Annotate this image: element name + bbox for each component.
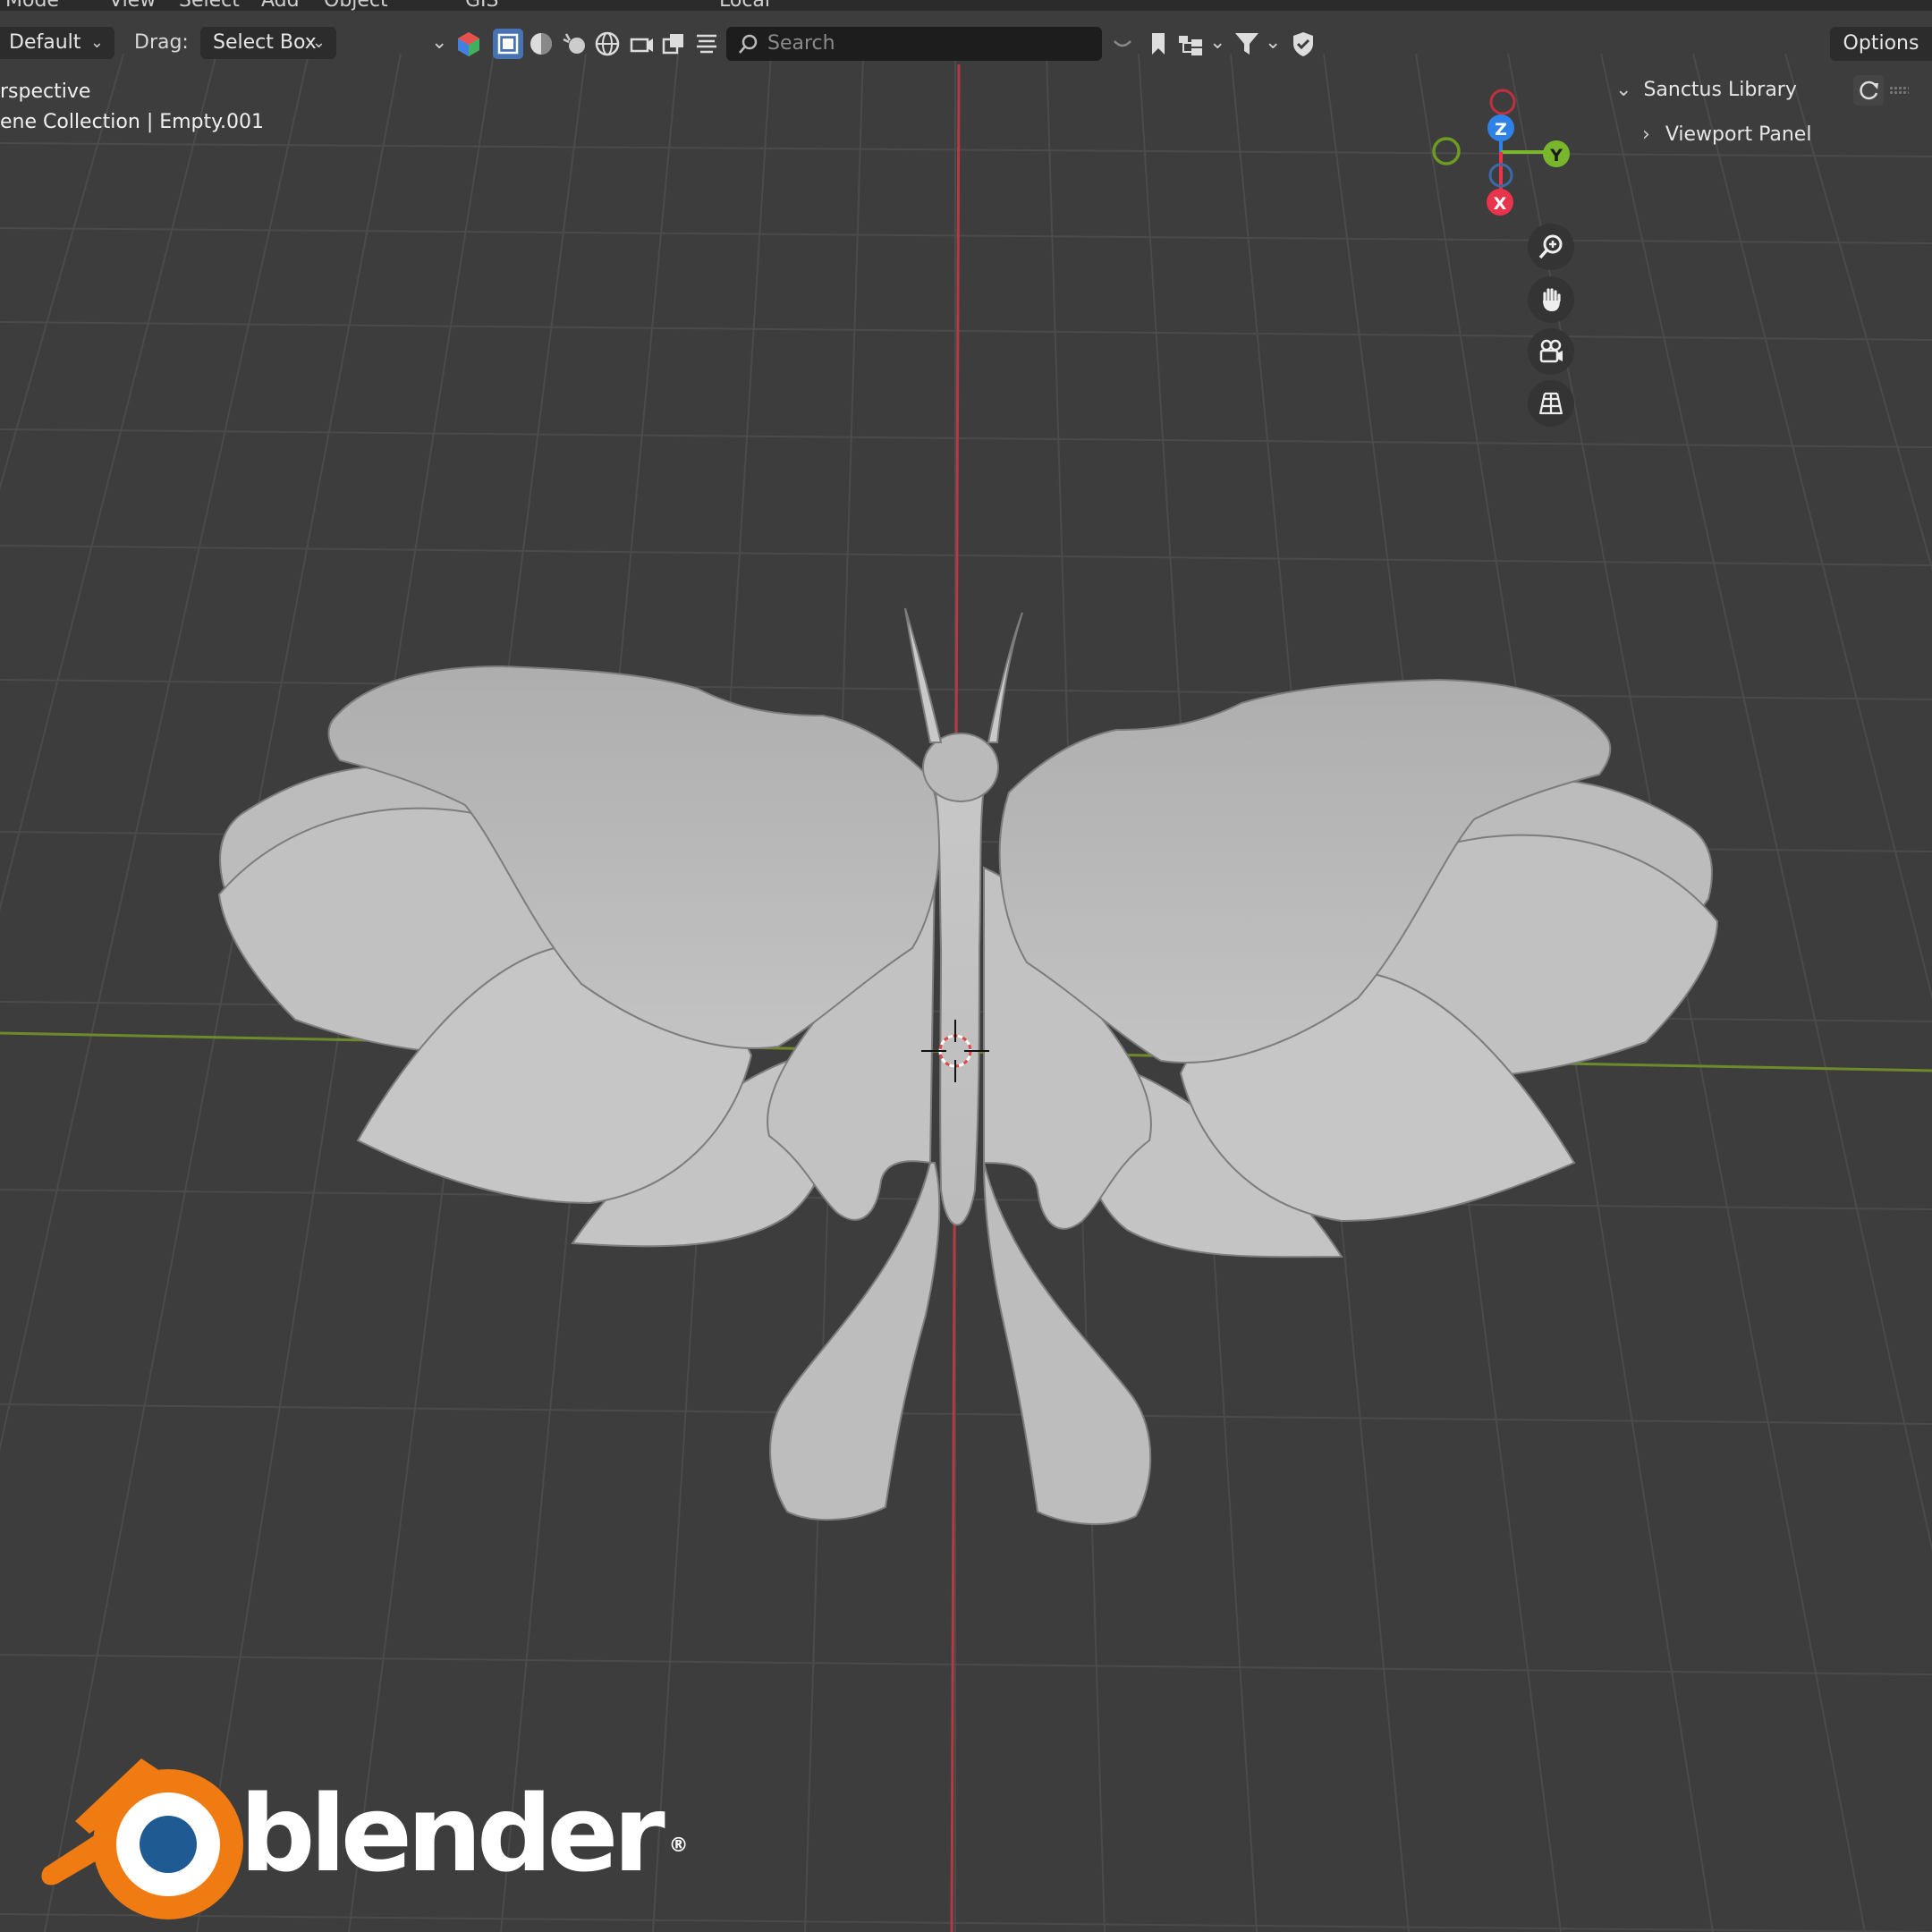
chevron-down-icon[interactable]: [1107, 29, 1138, 59]
hand-pan-icon: [1543, 288, 1561, 311]
select-box-icon[interactable]: [493, 29, 523, 59]
drag-mode-value: Select Box: [213, 31, 317, 54]
drag-mode-dropdown[interactable]: Select Box ⌄: [200, 27, 336, 59]
camera-view-button[interactable]: [1528, 328, 1574, 375]
colored-cube-icon[interactable]: [453, 29, 484, 59]
copy-icon[interactable]: [658, 29, 689, 59]
navigation-gizmo[interactable]: Z Y X: [1422, 82, 1592, 225]
pan-button[interactable]: [1528, 276, 1574, 323]
drag-handle-icon[interactable]: [1889, 86, 1909, 95]
top-menu-bar: Mode View Select Add Object GIS Local: [0, 0, 1932, 11]
menu-add[interactable]: Add: [261, 0, 300, 11]
viewport-panel-subheader[interactable]: › Viewport Panel: [1642, 123, 1811, 146]
light-icon[interactable]: [559, 29, 589, 59]
neg-x-axis-handle[interactable]: [1489, 89, 1516, 115]
z-axis-label: Z: [1495, 120, 1507, 140]
hierarchy-icon[interactable]: [1175, 29, 1206, 59]
menu-object[interactable]: Object: [324, 0, 388, 11]
menu-select[interactable]: Select: [179, 0, 240, 11]
search-icon: [739, 34, 758, 54]
tool-header: Default ⌄ Drag: Select Box ⌄ ⌄ Search ⌄ …: [0, 20, 1932, 66]
view-name-label: rspective: [0, 80, 91, 103]
zoom-button[interactable]: [1528, 224, 1574, 270]
perspective-toggle-button[interactable]: [1528, 380, 1574, 427]
viewport-panel-label: Viewport Panel: [1665, 123, 1812, 146]
camera-icon: [1539, 339, 1563, 363]
filter-icon[interactable]: [1232, 29, 1262, 59]
blender-logo-text: blender ®: [240, 1771, 689, 1896]
refresh-icon: [1860, 80, 1878, 100]
world-icon[interactable]: [592, 29, 623, 59]
outliner-search-field[interactable]: Search: [726, 27, 1102, 61]
camera-icon[interactable]: [625, 29, 656, 59]
options-button[interactable]: Options: [1830, 27, 1932, 61]
menu-gis[interactable]: GIS: [465, 0, 499, 11]
zoom-icon: [1538, 234, 1563, 259]
chevron-down-icon[interactable]: ⌄: [1209, 27, 1225, 59]
logo-wordmark: blender: [240, 1772, 665, 1895]
sanctus-library-header[interactable]: ⌄ Sanctus Library: [1615, 79, 1797, 101]
refresh-button[interactable]: [1853, 75, 1884, 106]
sphere-icon[interactable]: [526, 29, 556, 59]
3d-viewport[interactable]: [0, 0, 1932, 1932]
search-placeholder: Search: [767, 32, 835, 55]
collection-label: ene Collection | Empty.001: [0, 111, 265, 133]
shield-check-icon[interactable]: [1288, 29, 1318, 59]
chevron-down-icon: ⌄: [89, 33, 104, 52]
chevron-down-icon[interactable]: ⌄: [431, 27, 447, 59]
menu-view[interactable]: View: [109, 0, 156, 11]
bookmark-icon[interactable]: [1143, 29, 1174, 59]
grid-perspective-icon: [1538, 392, 1563, 415]
menu-mode[interactable]: Mode: [5, 0, 59, 11]
y-axis-label: Y: [1549, 146, 1563, 165]
chevron-down-icon: ⌄: [1615, 79, 1632, 101]
sanctus-library-label: Sanctus Library: [1643, 79, 1797, 101]
chevron-down-icon: ⌄: [311, 33, 326, 52]
x-axis-label: X: [1494, 194, 1507, 214]
drag-label: Drag:: [134, 31, 189, 54]
orientation-dropdown[interactable]: Default ⌄: [0, 27, 114, 59]
strands-icon[interactable]: [691, 29, 722, 59]
logo-registered-mark: ®: [668, 1835, 689, 1857]
neg-y-axis-handle[interactable]: [1432, 137, 1461, 165]
chevron-right-icon: ›: [1642, 123, 1650, 146]
orientation-value: Default: [9, 31, 81, 54]
chevron-down-icon[interactable]: ⌄: [1265, 27, 1281, 59]
pivot-dropdown[interactable]: Local: [719, 0, 770, 11]
